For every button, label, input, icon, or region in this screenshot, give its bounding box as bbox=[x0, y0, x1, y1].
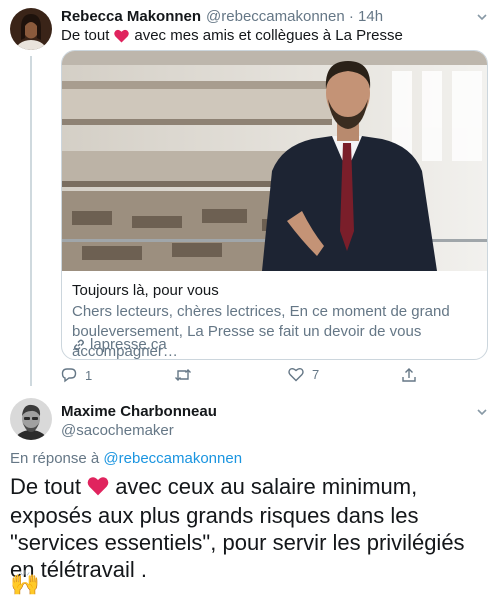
card-link[interactable]: lapresse.ca bbox=[72, 336, 167, 353]
reply-prefix: En réponse à bbox=[10, 450, 100, 467]
raising-hands-emoji: 🙌 bbox=[10, 570, 40, 597]
tweet-text: De tout avec mes amis et collègues à La … bbox=[61, 26, 403, 46]
author-handle[interactable]: @rebeccamakonnen · 14h bbox=[206, 8, 383, 25]
author-name[interactable]: Rebecca Makonnen bbox=[61, 8, 201, 25]
tweet-text-start: De tout bbox=[61, 27, 110, 44]
tweet-text-start: De tout bbox=[10, 474, 81, 499]
heart-icon bbox=[114, 29, 130, 43]
reply-context: En réponse à @rebeccamakonnen bbox=[10, 450, 242, 467]
avatar-maxime[interactable] bbox=[10, 398, 52, 440]
thread-connector-line bbox=[30, 56, 32, 386]
retweet-button[interactable] bbox=[174, 367, 200, 383]
tweet-text-end: avec mes amis et collègues à La Presse bbox=[134, 27, 403, 44]
link-card[interactable]: Toujours là, pour vous Chers lecteurs, c… bbox=[61, 50, 488, 360]
like-icon bbox=[288, 367, 304, 382]
like-button[interactable]: 7 bbox=[288, 367, 319, 382]
author-name[interactable]: Maxime Charbonneau bbox=[61, 403, 217, 420]
chevron-down-icon[interactable] bbox=[476, 405, 488, 421]
card-link-text: lapresse.ca bbox=[90, 336, 167, 353]
chevron-down-icon[interactable] bbox=[476, 10, 488, 26]
reply-handle-link[interactable]: @rebeccamakonnen bbox=[103, 450, 242, 467]
share-icon bbox=[401, 367, 417, 383]
tweet-text: De tout avec ceux au salaire minimum, ex… bbox=[10, 473, 492, 583]
retweet-icon bbox=[174, 367, 192, 383]
avatar-rebecca[interactable] bbox=[10, 8, 52, 50]
share-button[interactable] bbox=[401, 367, 417, 383]
reply-count: 1 bbox=[85, 367, 93, 383]
link-icon bbox=[72, 338, 86, 352]
card-image bbox=[62, 51, 487, 271]
like-count: 7 bbox=[312, 367, 320, 382]
reply-button[interactable]: 1 bbox=[61, 367, 92, 383]
heart-icon bbox=[87, 475, 109, 502]
reply-icon bbox=[61, 367, 77, 383]
author-handle[interactable]: @sacochemaker bbox=[61, 422, 174, 439]
card-title: Toujours là, pour vous bbox=[72, 282, 219, 299]
